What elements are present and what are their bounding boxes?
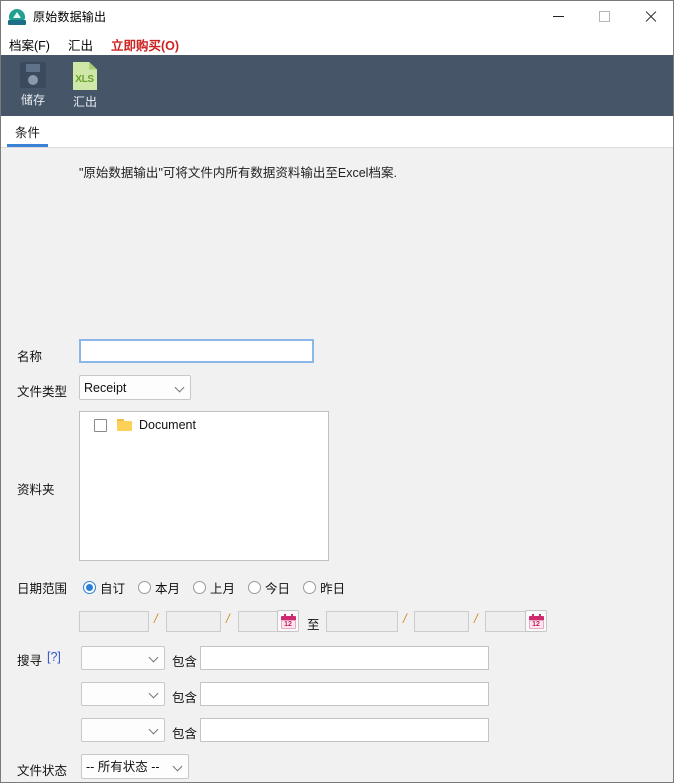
date-to-month-input[interactable] — [414, 611, 469, 632]
intro-text: "原始数据输出"可将文件内所有数据资料输出至Excel档案. — [79, 166, 397, 180]
tab-strip: 条件 — [1, 116, 673, 148]
radio-today-label: 今日 — [265, 582, 291, 596]
menu-bar: 档案(F) 汇出 立即购买(O) — [1, 33, 673, 55]
date-from-separator-2: / — [226, 611, 230, 626]
calendar-icon-day: 12 — [528, 619, 544, 629]
search-field-select-wrap-3 — [81, 718, 165, 742]
minimize-icon — [552, 16, 564, 17]
folder-checkbox[interactable] — [94, 418, 107, 432]
folder-tree[interactable]: Document — [79, 411, 329, 561]
radio-last-month-marker — [193, 581, 207, 594]
date-to-separator-2: / — [474, 611, 478, 626]
toolbar-save[interactable]: 储存 — [7, 58, 59, 112]
maximize-icon — [598, 11, 610, 22]
radio-this-month[interactable]: 本月 — [138, 578, 180, 597]
toolbar-export-label: 汇出 — [72, 95, 97, 109]
date-from-month-input[interactable] — [166, 611, 221, 632]
radio-custom[interactable]: 自订 — [83, 578, 125, 597]
folder-icon — [117, 419, 132, 431]
radio-today-marker — [248, 581, 262, 594]
folder-label: 资料夹 — [17, 483, 55, 497]
date-from-separator-1: / — [154, 611, 158, 626]
minimize-button[interactable] — [535, 1, 581, 32]
radio-yesterday-label: 昨日 — [320, 582, 346, 596]
search-help-link[interactable]: [?] — [47, 650, 61, 664]
toolbar: 储存 XLS 汇出 — [1, 55, 673, 116]
search-label: 搜寻 — [17, 654, 43, 668]
application-window: 原始数据输出 档案(F) 汇出 立即购买(O) 储存 XLS 汇出 条件 "原始… — [0, 0, 674, 783]
maximize-button[interactable] — [581, 1, 627, 32]
filestatus-select[interactable]: -- 所有状态 -- — [81, 754, 189, 779]
toolbar-export[interactable]: XLS 汇出 — [59, 58, 111, 112]
search-value-input-3[interactable] — [200, 718, 489, 742]
name-label: 名称 — [17, 350, 43, 364]
date-from-calendar-button[interactable]: 12 — [277, 610, 299, 632]
search-value-input-2[interactable] — [200, 682, 489, 706]
filestatus-label: 文件状态 — [17, 764, 68, 778]
date-to-separator-1: / — [403, 611, 407, 626]
filetype-select[interactable]: Receipt — [79, 375, 191, 400]
radio-yesterday[interactable]: 昨日 — [303, 578, 345, 597]
form-panel: "原始数据输出"可将文件内所有数据资料输出至Excel档案. 名称 文件类型 R… — [1, 148, 673, 782]
toolbar-save-label: 储存 — [20, 93, 45, 107]
search-operator-label-3: 包含 — [172, 727, 198, 741]
tab-conditions-label: 条件 — [15, 126, 41, 140]
xls-file-icon: XLS — [73, 62, 97, 90]
tab-conditions[interactable]: 条件 — [1, 116, 54, 147]
date-between-label: 至 — [307, 618, 320, 632]
date-from-year-input[interactable] — [79, 611, 149, 632]
radio-today[interactable]: 今日 — [248, 578, 290, 597]
filetype-label: 文件类型 — [17, 385, 68, 399]
search-operator-label-2: 包含 — [172, 691, 198, 705]
search-field-select-3[interactable] — [81, 718, 165, 742]
radio-custom-label: 自订 — [100, 582, 126, 596]
close-icon — [644, 10, 657, 23]
date-to-calendar-button[interactable]: 12 — [525, 610, 547, 632]
title-bar: 原始数据输出 — [1, 1, 673, 33]
menu-buy-now[interactable]: 立即购买(O) — [111, 33, 187, 56]
search-field-select-wrap-2 — [81, 682, 165, 706]
filestatus-select-wrap: -- 所有状态 -- — [81, 754, 189, 779]
daterange-label: 日期范围 — [17, 582, 68, 596]
window-controls — [535, 1, 673, 32]
daterange-radio-group: 自订 本月 上月 今日 昨日 — [83, 578, 358, 597]
radio-last-month-label: 上月 — [210, 582, 236, 596]
menu-export[interactable]: 汇出 — [68, 33, 101, 56]
close-button[interactable] — [627, 1, 673, 32]
search-value-input-1[interactable] — [200, 646, 489, 670]
filetype-select-wrap: Receipt — [79, 375, 191, 400]
radio-this-month-label: 本月 — [155, 582, 181, 596]
radio-yesterday-marker — [303, 581, 317, 594]
date-to-year-input[interactable] — [326, 611, 398, 632]
search-field-select-1[interactable] — [81, 646, 165, 670]
search-operator-label-1: 包含 — [172, 655, 198, 669]
window-title: 原始数据输出 — [33, 10, 107, 24]
search-field-select-2[interactable] — [81, 682, 165, 706]
scanner-icon — [8, 8, 26, 26]
calendar-icon: 12 — [280, 613, 296, 629]
calendar-icon-day: 12 — [280, 619, 296, 629]
xls-icon-text: XLS — [75, 74, 94, 85]
tree-item-document[interactable]: Document — [80, 412, 328, 432]
folder-item-label: Document — [139, 418, 196, 432]
radio-last-month[interactable]: 上月 — [193, 578, 235, 597]
menu-file[interactable]: 档案(F) — [9, 33, 58, 56]
radio-custom-marker — [83, 581, 96, 594]
calendar-icon: 12 — [528, 613, 544, 629]
radio-this-month-marker — [138, 581, 152, 594]
save-floppy-icon — [20, 62, 46, 88]
search-field-select-wrap-1 — [81, 646, 165, 670]
name-input[interactable] — [79, 339, 314, 363]
